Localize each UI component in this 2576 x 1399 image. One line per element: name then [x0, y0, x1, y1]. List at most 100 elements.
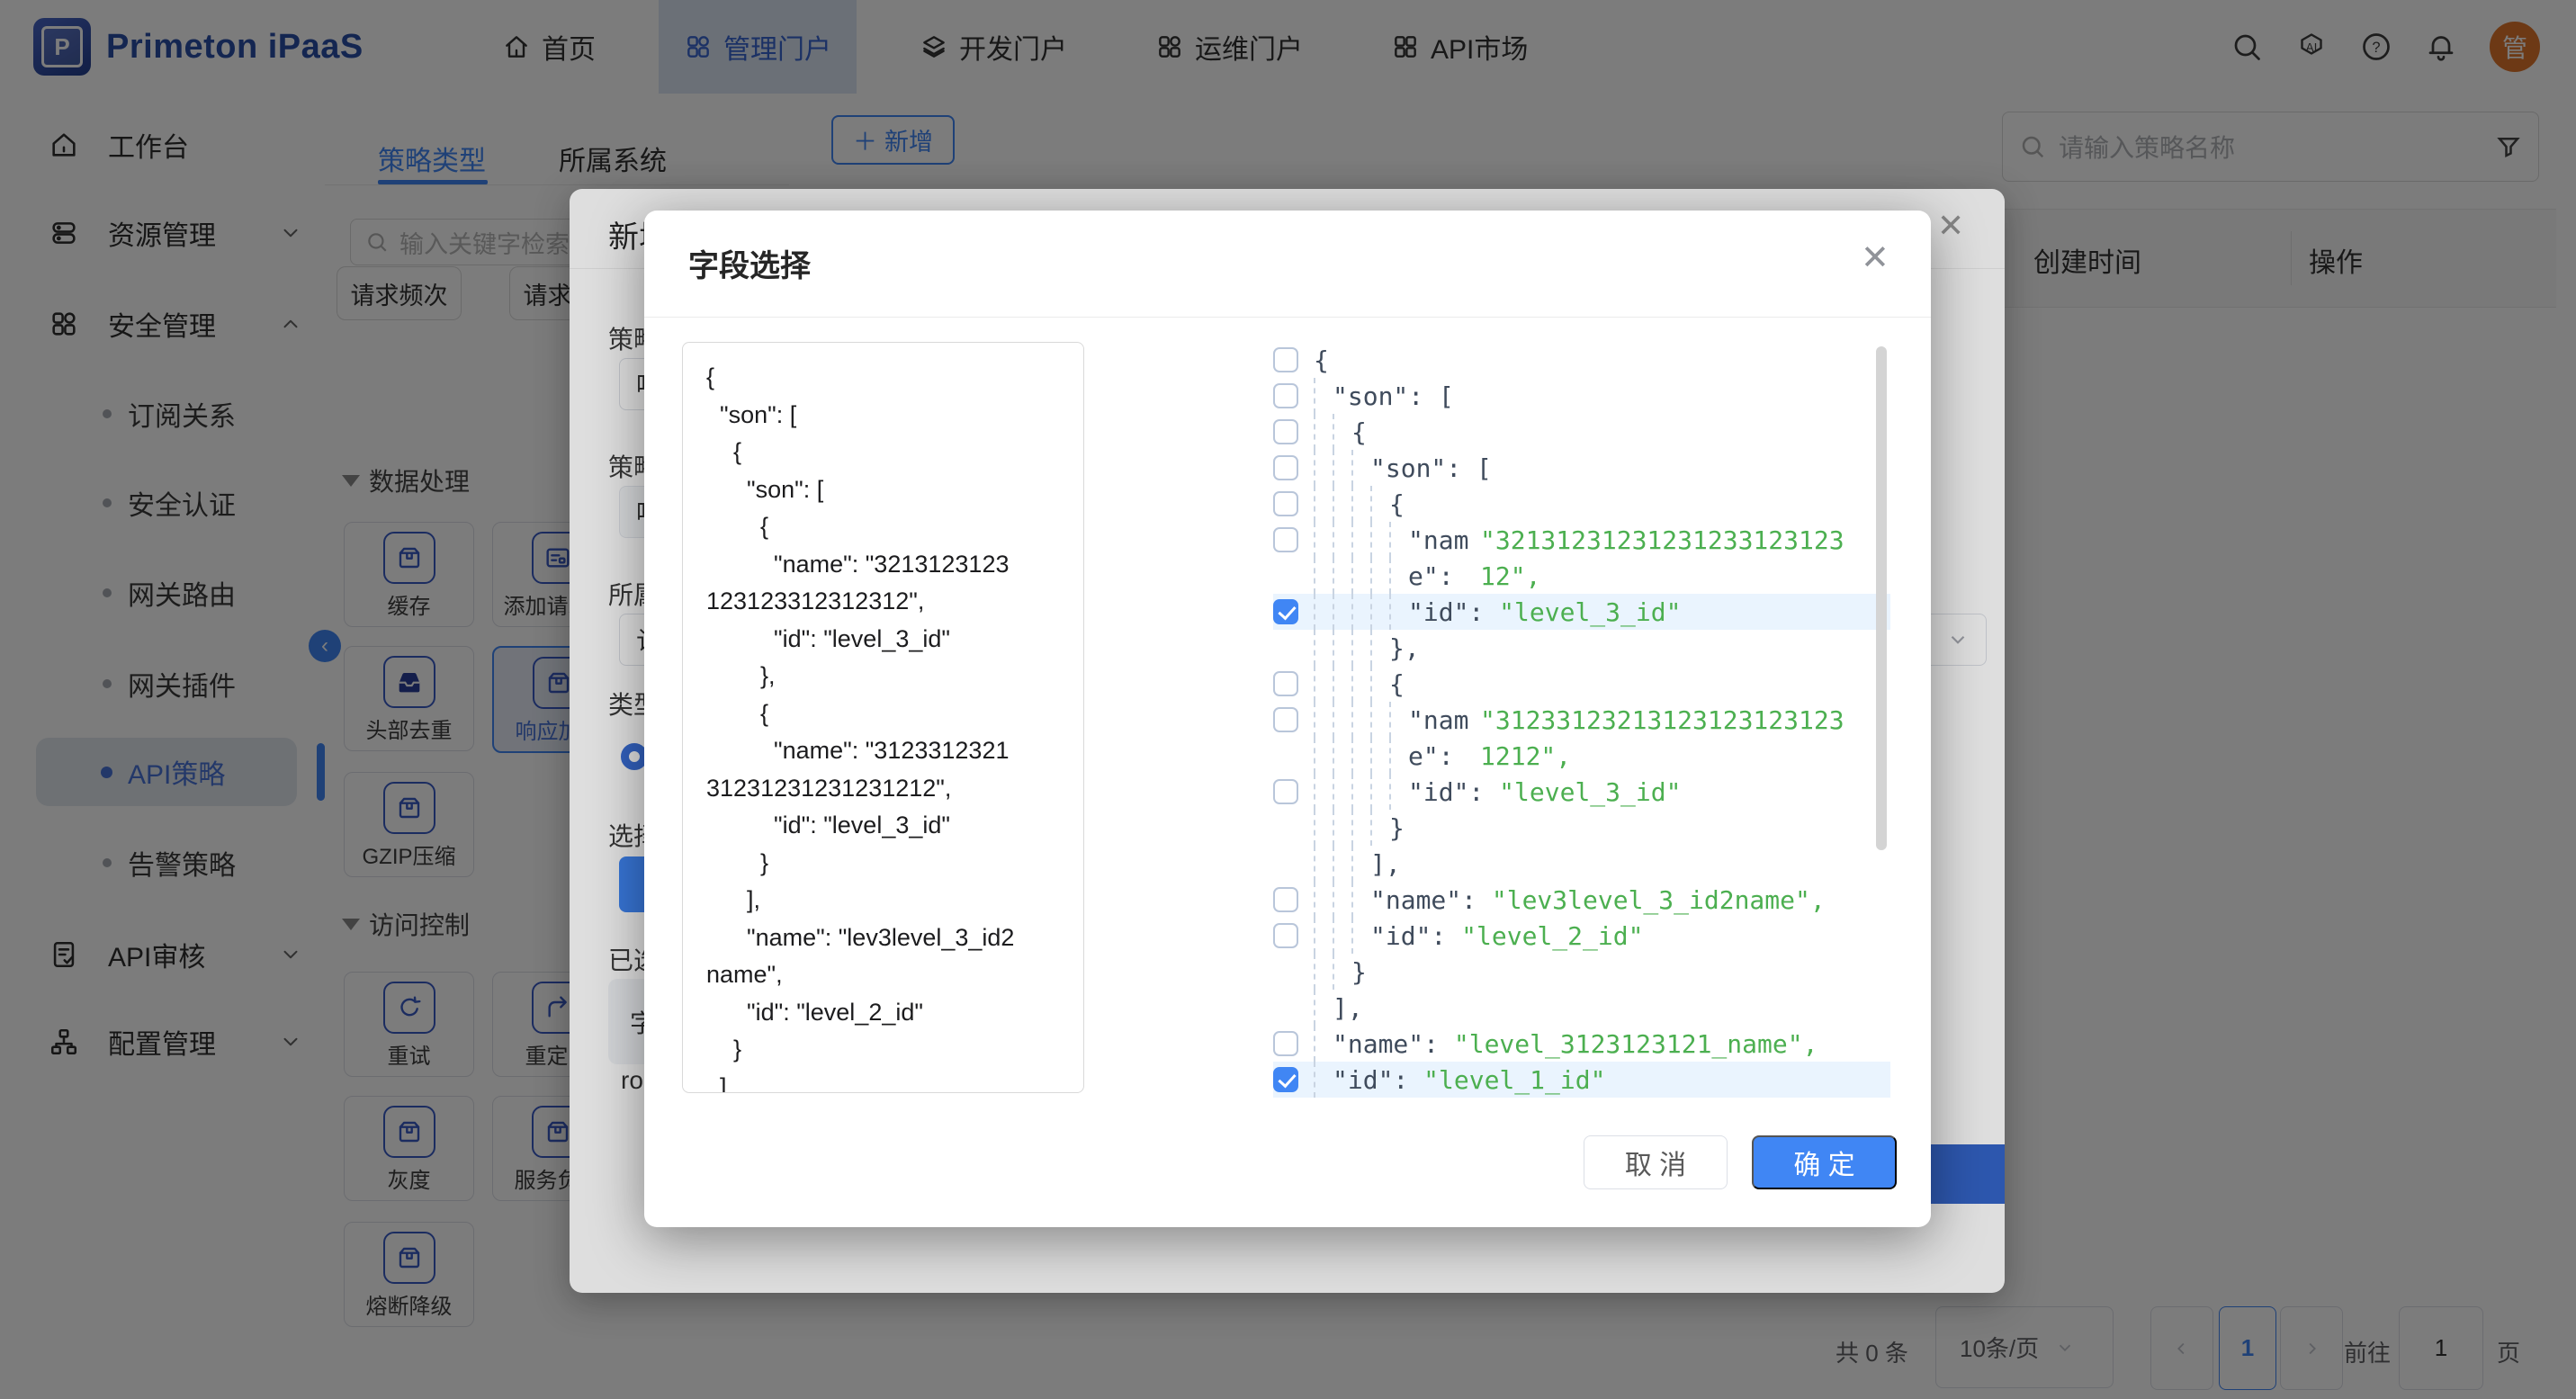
tree-value: "level_2_id" — [1461, 921, 1643, 951]
indent-guide — [1351, 450, 1370, 486]
tree-row-13: } — [1273, 810, 1890, 846]
checkbox-unchecked[interactable] — [1273, 419, 1298, 444]
tree-row-18: ], — [1273, 990, 1890, 1026]
indent-guide — [1351, 666, 1370, 702]
tree-row-9: { — [1273, 666, 1890, 702]
tree-row-19: "name": "level_3123123121_name", — [1273, 1026, 1890, 1062]
indent-guide — [1351, 918, 1370, 954]
checkbox-unchecked[interactable] — [1273, 491, 1298, 516]
indent-guide — [1333, 630, 1351, 666]
tree-value: 12", — [1480, 561, 1540, 591]
tree-row-5: "nam"32131231231231233123123 — [1273, 522, 1890, 558]
indent-guide — [1333, 810, 1351, 846]
tree-key: "name": — [1333, 1029, 1454, 1059]
close-icon[interactable]: ✕ — [1861, 238, 1889, 278]
indent-guide — [1314, 882, 1333, 918]
checkbox-unchecked[interactable] — [1273, 527, 1298, 552]
confirm-button[interactable]: 确 定 — [1752, 1135, 1897, 1189]
tree-row-10: "nam"31233123213123123123123 — [1273, 702, 1890, 738]
tree-key: e": — [1408, 741, 1480, 771]
tree-key: e": — [1408, 561, 1480, 591]
indent-guide — [1351, 630, 1370, 666]
indent-guide — [1351, 558, 1370, 594]
indent-guide — [1389, 702, 1408, 738]
indent-guide — [1333, 846, 1351, 882]
indent-guide — [1314, 702, 1333, 738]
indent-guide — [1389, 522, 1408, 558]
tree-key: "nam — [1408, 525, 1480, 555]
indent-guide — [1370, 630, 1389, 666]
checkbox-unchecked[interactable] — [1273, 887, 1298, 912]
tree-value: "31233123213123123123123 — [1480, 705, 1844, 735]
tree-scrollbar[interactable] — [1876, 346, 1887, 850]
indent-guide — [1314, 1062, 1333, 1098]
checkbox-unchecked[interactable] — [1273, 383, 1298, 408]
checkbox-checked[interactable] — [1273, 599, 1298, 624]
indent-guide — [1370, 702, 1389, 738]
indent-guide — [1314, 594, 1333, 630]
checkbox-unchecked[interactable] — [1273, 707, 1298, 732]
tree-key: "son": [ — [1333, 381, 1454, 411]
tree-row-2: { — [1273, 414, 1890, 450]
tree-value: "32131231231231233123123 — [1480, 525, 1844, 555]
indent-guide — [1314, 954, 1333, 990]
tree-key: "nam — [1408, 705, 1480, 735]
indent-guide — [1333, 450, 1351, 486]
indent-guide — [1314, 990, 1333, 1026]
tree-key: "id": — [1408, 777, 1499, 807]
tree-key: { — [1389, 489, 1405, 519]
indent-guide — [1351, 738, 1370, 774]
app-window: P Primeton iPaaS 首页管理门户开发门户运维门户API市场 AI?… — [0, 0, 2576, 1399]
indent-guide — [1389, 594, 1408, 630]
checkbox-checked[interactable] — [1273, 1067, 1298, 1092]
tree-row-7: "id": "level_3_id" — [1273, 594, 1890, 630]
indent-guide — [1351, 522, 1370, 558]
field-select-modal: 字段选择 ✕ { "son": [ { "son": [ { "name": "… — [644, 211, 1931, 1227]
tree-key: "id": — [1370, 921, 1461, 951]
tree-value: "lev3level_3_id2name", — [1492, 885, 1826, 915]
indent-guide — [1351, 486, 1370, 522]
tree-key: "id": — [1333, 1065, 1423, 1095]
tree-key: { — [1314, 345, 1329, 375]
indent-guide — [1333, 486, 1351, 522]
tree-key: "son": [ — [1370, 453, 1492, 483]
tree-key: }, — [1389, 633, 1420, 663]
tree-value: "level_3_id" — [1499, 597, 1681, 627]
tree-value: "level_1_id" — [1423, 1065, 1605, 1095]
tree-key: ], — [1333, 993, 1363, 1023]
indent-guide — [1333, 738, 1351, 774]
indent-guide — [1314, 414, 1333, 450]
checkbox-unchecked[interactable] — [1273, 779, 1298, 804]
checkbox-unchecked[interactable] — [1273, 923, 1298, 948]
tree-value: "level_3123123121_name", — [1454, 1029, 1818, 1059]
checkbox-unchecked[interactable] — [1273, 347, 1298, 372]
indent-guide — [1351, 810, 1370, 846]
indent-guide — [1314, 450, 1333, 486]
tree-row-0: { — [1273, 342, 1890, 378]
indent-guide — [1333, 702, 1351, 738]
indent-guide — [1370, 558, 1389, 594]
checkbox-unchecked[interactable] — [1273, 1031, 1298, 1056]
tree-row-11: e":1212", — [1273, 738, 1890, 774]
tree-key: } — [1389, 813, 1405, 843]
indent-guide — [1314, 774, 1333, 810]
indent-guide — [1370, 522, 1389, 558]
checkbox-unchecked[interactable] — [1273, 671, 1298, 696]
indent-guide — [1314, 522, 1333, 558]
tree-row-14: ], — [1273, 846, 1890, 882]
source-json-panel[interactable]: { "son": [ { "son": [ { "name": "3213123… — [682, 342, 1084, 1093]
indent-guide — [1333, 414, 1351, 450]
checkbox-unchecked[interactable] — [1273, 455, 1298, 480]
indent-guide — [1351, 774, 1370, 810]
indent-guide — [1389, 774, 1408, 810]
indent-guide — [1314, 810, 1333, 846]
tree-key: { — [1351, 417, 1367, 447]
field-tree-panel: {"son": [{"son": [{"nam"3213123123123123… — [1273, 342, 1890, 1100]
indent-guide — [1351, 594, 1370, 630]
indent-guide — [1389, 738, 1408, 774]
indent-guide — [1351, 702, 1370, 738]
indent-guide — [1370, 666, 1389, 702]
indent-guide — [1333, 594, 1351, 630]
indent-guide — [1314, 846, 1333, 882]
cancel-button[interactable]: 取 消 — [1584, 1135, 1728, 1189]
